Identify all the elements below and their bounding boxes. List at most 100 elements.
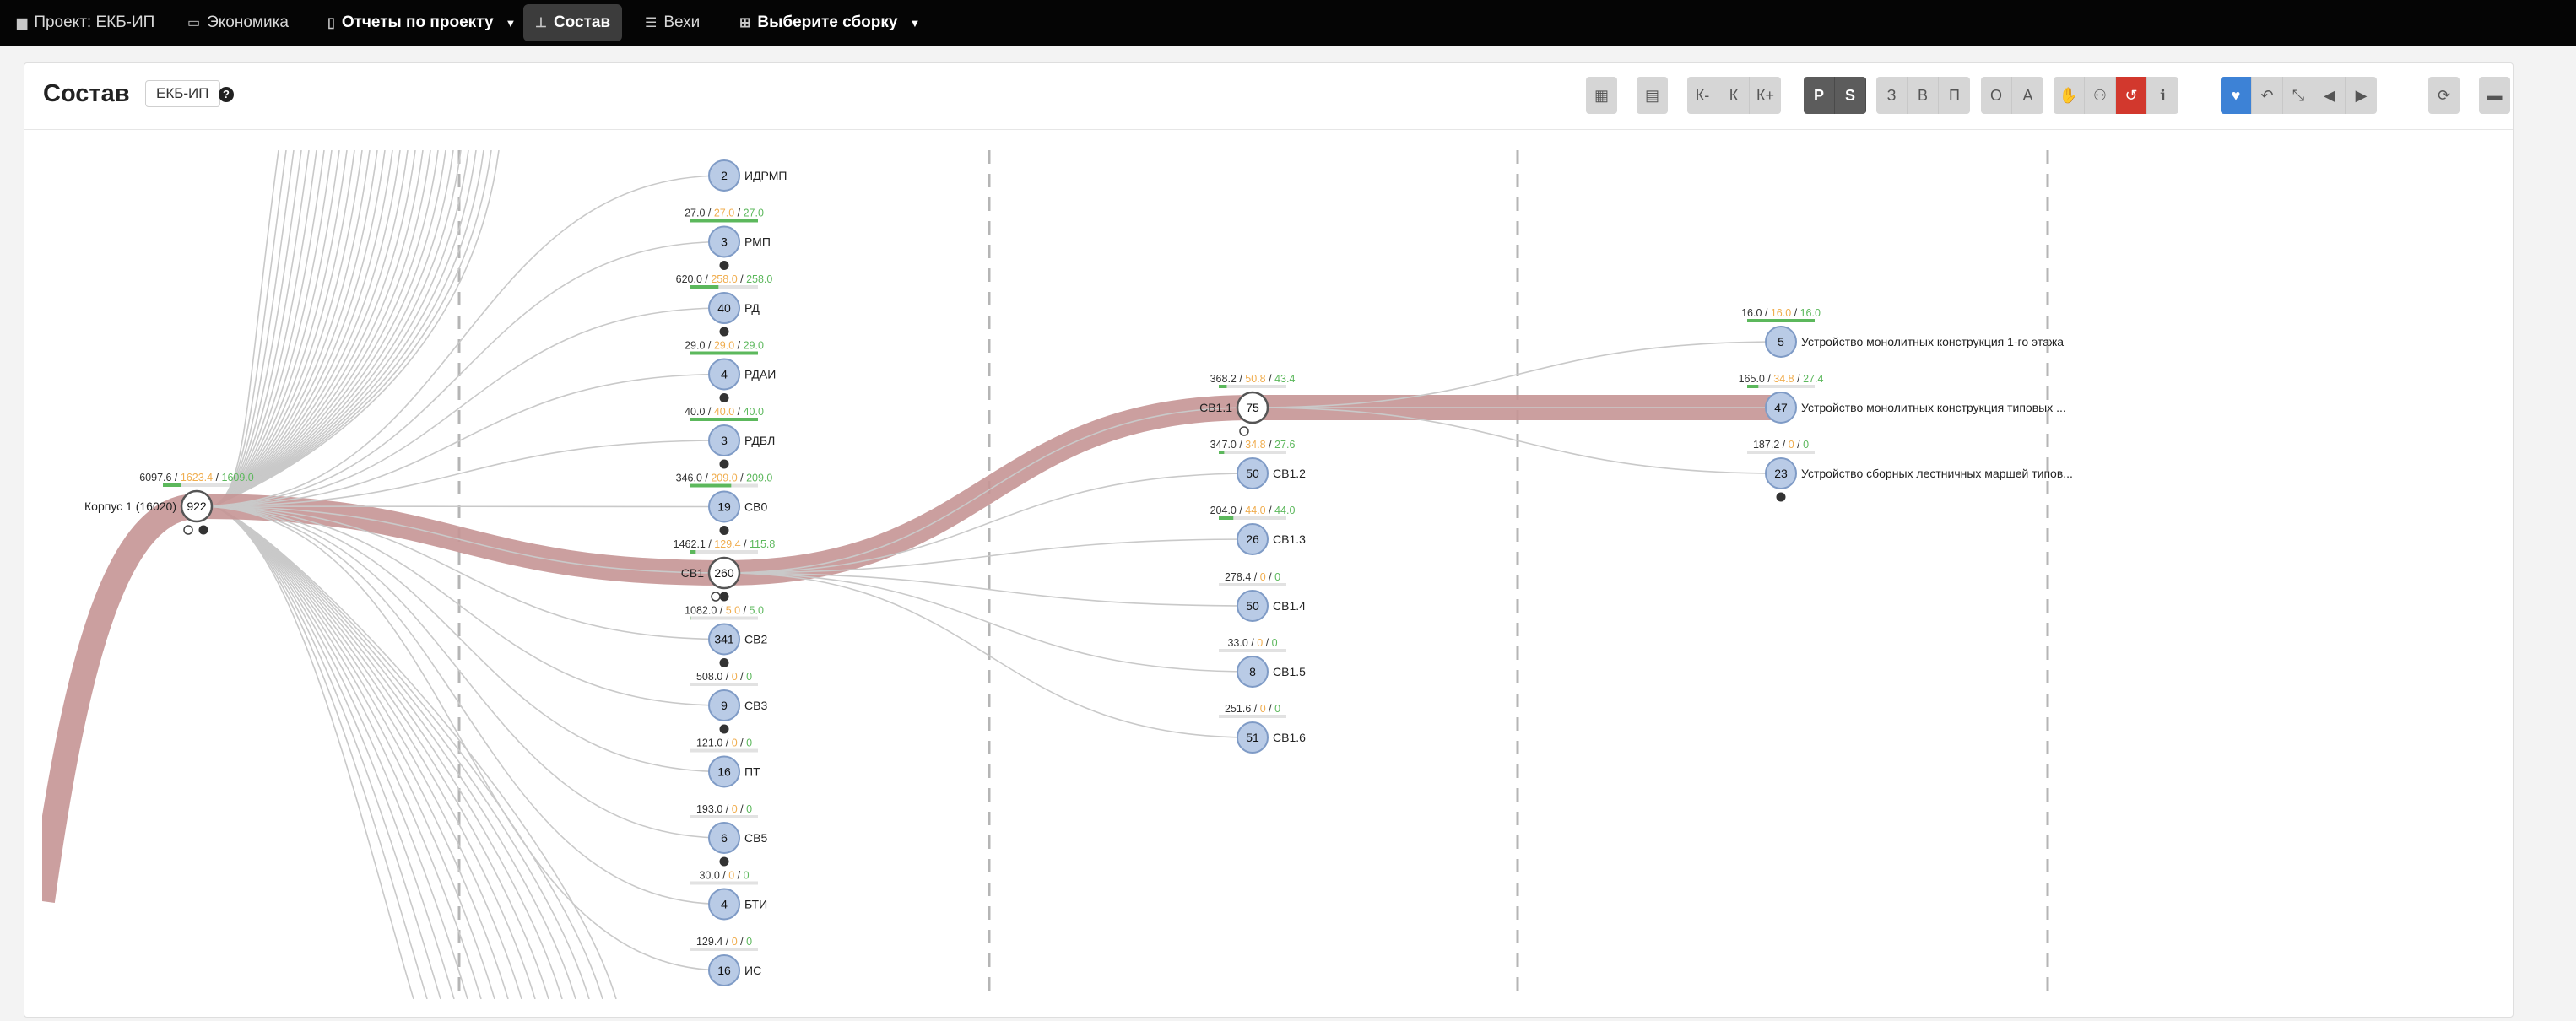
node-stats: 29.0 / 29.0 / 29.0 xyxy=(685,340,764,352)
sibling-link xyxy=(213,505,468,999)
k-button[interactable]: К xyxy=(1718,77,1750,114)
node-label[interactable]: СВ1 xyxy=(681,566,704,580)
toolbar-group-card: ▬ xyxy=(2479,77,2510,114)
node-count: 26 xyxy=(1246,532,1259,546)
info-icon[interactable] xyxy=(719,393,729,402)
project-badge[interactable]: ЕКБ-ИП xyxy=(145,80,220,107)
node-stats: 620.0 / 258.0 / 258.0 xyxy=(676,273,773,285)
node-label[interactable]: СВ1.2 xyxy=(1273,467,1306,480)
sibling-link xyxy=(213,505,441,999)
node-label[interactable]: Корпус 1 (16020) xyxy=(84,500,176,513)
undo-icon[interactable]: ↶ xyxy=(2252,77,2283,114)
info-icon[interactable] xyxy=(719,724,729,734)
node-label[interactable]: РДБЛ xyxy=(744,434,775,447)
node-stats: 16.0 / 16.0 / 16.0 xyxy=(1741,307,1821,319)
document-icon[interactable]: ▤ xyxy=(1637,77,1668,114)
history-icon[interactable]: ↺ xyxy=(2116,77,2147,114)
node-stats: 30.0 / 0 / 0 xyxy=(699,870,749,882)
node-label[interactable]: СВ0 xyxy=(744,500,767,514)
nav-build-dropdown[interactable]: ⊞ Выберите сборку ▼ xyxy=(739,0,920,46)
progress-fill xyxy=(690,219,758,223)
k-plus-button[interactable]: К+ xyxy=(1750,77,1781,114)
node-count: 341 xyxy=(714,633,734,646)
progress-fill xyxy=(1219,385,1227,388)
node-label[interactable]: ИДРМП xyxy=(744,169,787,182)
progress-track xyxy=(690,881,758,885)
info-icon[interactable] xyxy=(1776,492,1786,502)
card-icon[interactable]: ▬ xyxy=(2479,77,2510,114)
hand-icon[interactable]: ✋ xyxy=(2054,77,2085,114)
p-button[interactable]: P xyxy=(1804,77,1835,114)
history-icon[interactable] xyxy=(183,525,193,535)
nav-composition[interactable]: ⊥ Состав xyxy=(523,4,623,41)
heart-icon[interactable]: ♥ xyxy=(2221,77,2252,114)
progress-track xyxy=(1747,451,1815,454)
user-remove-icon[interactable]: ⚇ xyxy=(2085,77,2116,114)
composition-graph[interactable]: 6097.6 / 1623.4 / 1609.0 922 Корпус 1 (160… xyxy=(42,150,2492,999)
node-label[interactable]: СВ1.6 xyxy=(1273,731,1306,744)
node-label[interactable]: РМП xyxy=(744,235,771,249)
node-label[interactable]: СВ5 xyxy=(744,831,767,845)
node-stats: 27.0 / 27.0 / 27.0 xyxy=(685,208,764,219)
progress-fill xyxy=(690,351,758,355)
info-icon[interactable]: ℹ xyxy=(2147,77,2178,114)
refresh-icon[interactable]: ⟳ xyxy=(2428,77,2460,114)
node-stats: 193.0 / 0 / 0 xyxy=(696,803,752,815)
next-icon[interactable]: ▶ xyxy=(2346,77,2377,114)
o-button[interactable]: О xyxy=(1981,77,2012,114)
info-icon[interactable] xyxy=(719,526,729,535)
z-button[interactable]: З xyxy=(1876,77,1908,114)
panel-header: Состав ЕКБ-ИП ? ▦ ▤ К- К К+ P S З В П О А ✋ ⚇ ↺ ℹ ♥ ↶ ⤡ ◀ ▶ ⟳… xyxy=(24,63,2513,130)
node-label[interactable]: СВ2 xyxy=(744,633,767,646)
progress-track xyxy=(690,815,758,818)
a-button[interactable]: А xyxy=(2012,77,2043,114)
node-label[interactable]: СВ1.1 xyxy=(1199,401,1232,414)
node-label[interactable]: Устройство монолитных конструкция типовы… xyxy=(1801,401,2066,414)
caret-down-icon: ▼ xyxy=(909,16,921,30)
s-button[interactable]: S xyxy=(1835,77,1866,114)
info-icon[interactable] xyxy=(719,459,729,469)
compress-icon[interactable]: ⤡ xyxy=(2283,77,2314,114)
nav-economy[interactable]: ▭ Экономика xyxy=(187,0,289,46)
info-icon[interactable] xyxy=(719,856,729,867)
node-label[interactable]: РД xyxy=(744,301,760,315)
nav-project[interactable]: ▆ Проект: ЕКБ-ИП xyxy=(17,0,154,46)
info-icon[interactable] xyxy=(198,525,208,535)
k-minus-button[interactable]: К- xyxy=(1687,77,1718,114)
node-label[interactable]: СВ3 xyxy=(744,699,767,712)
node-label[interactable]: ИС xyxy=(744,964,761,977)
calendar-icon[interactable]: ▦ xyxy=(1586,77,1617,114)
info-icon[interactable] xyxy=(719,592,729,602)
info-icon[interactable] xyxy=(719,261,729,270)
info-icon[interactable] xyxy=(719,658,729,667)
node-label[interactable]: СВ1.3 xyxy=(1273,532,1306,546)
help-icon[interactable]: ? xyxy=(219,87,234,102)
node-count: 260 xyxy=(714,566,734,580)
node-label[interactable]: СВ1.4 xyxy=(1273,599,1306,613)
flow-path xyxy=(42,494,198,904)
info-icon[interactable] xyxy=(719,327,729,337)
prev-icon[interactable]: ◀ xyxy=(2314,77,2346,114)
node-count: 3 xyxy=(721,434,728,447)
node-label[interactable]: ПТ xyxy=(744,765,760,779)
nav-reports-dropdown[interactable]: ▯ Отчеты по проекту ▼ xyxy=(327,0,516,46)
v-button[interactable]: В xyxy=(1908,77,1939,114)
sibling-link xyxy=(213,505,509,999)
node-label[interactable]: Устройство сборных лестничных маршей тип… xyxy=(1801,467,2073,480)
node-stats: 204.0 / 44.0 / 44.0 xyxy=(1210,505,1296,516)
nav-milestones[interactable]: ☰ Вехи xyxy=(645,0,700,46)
sibling-link xyxy=(213,505,603,999)
list-icon: ☰ xyxy=(645,16,658,30)
node-label[interactable]: Устройство монолитных конструкция 1-го э… xyxy=(1801,335,2064,348)
node-count: 47 xyxy=(1774,401,1788,414)
toolbar-group-ps: PS xyxy=(1804,77,1866,114)
toolbar-group-view: ♥ ↶ ⤡ ◀ ▶ xyxy=(2221,77,2377,114)
node-count: 16 xyxy=(717,964,731,977)
p2-button[interactable]: П xyxy=(1939,77,1970,114)
history-icon[interactable] xyxy=(711,592,721,602)
node-label[interactable]: РДАИ xyxy=(744,368,776,381)
node-count: 23 xyxy=(1774,467,1788,480)
node-label[interactable]: БТИ xyxy=(744,898,767,911)
node-label[interactable]: СВ1.5 xyxy=(1273,665,1306,678)
history-icon[interactable] xyxy=(1239,426,1249,436)
